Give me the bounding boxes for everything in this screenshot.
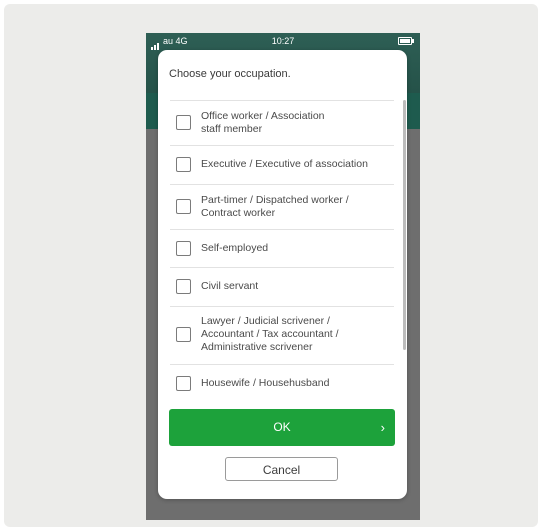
- option-label: Civil servant: [201, 280, 259, 292]
- option-label: Lawyer / Judicial scrivener / Accountant…: [201, 315, 339, 353]
- checkbox[interactable]: [176, 115, 191, 130]
- status-time: 10:27: [271, 36, 295, 46]
- option-label: Executive / Executive of association: [201, 158, 368, 170]
- checkbox[interactable]: [176, 241, 191, 256]
- checkbox[interactable]: [176, 279, 191, 294]
- occupation-option[interactable]: Civil servant: [170, 268, 394, 307]
- option-label: Part-timer / Dispatched worker / Contrac…: [201, 194, 349, 219]
- chevron-right-icon: ›: [380, 420, 385, 435]
- option-label: Self-employed: [201, 242, 269, 254]
- ok-button-label: OK: [273, 420, 291, 434]
- occupation-option[interactable]: Part-timer / Dispatched worker / Contrac…: [170, 185, 394, 230]
- occupation-option[interactable]: Lawyer / Judicial scrivener / Accountant…: [170, 307, 394, 365]
- list-scrollbar[interactable]: [403, 100, 406, 350]
- occupation-option[interactable]: Housewife / Househusband: [170, 365, 394, 403]
- occupation-option[interactable]: Executive / Executive of association: [170, 146, 394, 185]
- option-label: Housewife / Househusband: [201, 377, 330, 389]
- occupation-option[interactable]: Self-employed: [170, 230, 394, 268]
- battery-icon: [398, 37, 414, 45]
- option-label: Office worker / Association staff member: [201, 110, 325, 135]
- occupation-list: Office worker / Association staff member…: [170, 100, 394, 446]
- checkbox[interactable]: [176, 199, 191, 214]
- occupation-dialog: Choose your occupation. Office worker / …: [158, 50, 407, 499]
- checkbox[interactable]: [176, 327, 191, 342]
- ok-button[interactable]: OK ›: [169, 409, 395, 446]
- dialog-title: Choose your occupation.: [169, 68, 291, 80]
- checkbox[interactable]: [176, 157, 191, 172]
- status-bar: au 4G 10:27: [146, 33, 420, 50]
- cancel-button[interactable]: Cancel: [225, 457, 338, 481]
- checkbox[interactable]: [176, 376, 191, 391]
- occupation-option[interactable]: Office worker / Association staff member: [170, 101, 394, 146]
